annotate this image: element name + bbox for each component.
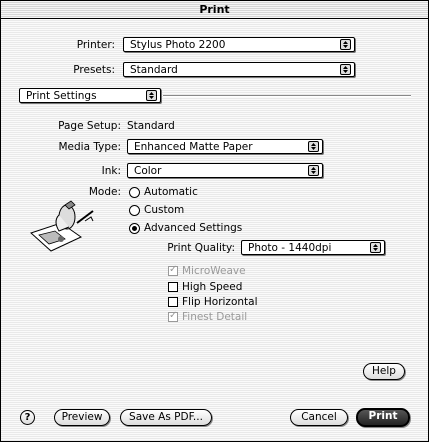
- popup-arrows-icon: [340, 64, 351, 75]
- media-type-popup[interactable]: Enhanced Matte Paper: [127, 139, 323, 154]
- finest-detail-checkbox[interactable]: ✓: [168, 310, 178, 322]
- title-bar[interactable]: Print: [1, 1, 428, 19]
- ink-popup[interactable]: Color: [127, 163, 323, 178]
- question-help-button[interactable]: ?: [20, 410, 35, 425]
- page-setup-value: Standard: [127, 120, 175, 132]
- popup-arrows-icon: [308, 141, 319, 152]
- printer-value: Stylus Photo 2200: [130, 39, 226, 51]
- ink-label: Ink:: [101, 165, 121, 177]
- save-as-pdf-button[interactable]: Save As PDF...: [120, 409, 212, 426]
- media-type-label: Media Type:: [58, 141, 121, 153]
- presets-popup[interactable]: Standard: [123, 62, 355, 77]
- media-type-value: Enhanced Matte Paper: [134, 141, 253, 153]
- mode-advanced-radio[interactable]: [129, 223, 140, 234]
- mode-custom-label[interactable]: Custom: [144, 204, 184, 216]
- high-speed-checkbox[interactable]: [168, 282, 178, 292]
- print-quality-label: Print Quality:: [167, 242, 235, 254]
- printer-label: Printer:: [76, 39, 115, 51]
- presets-label: Presets:: [73, 64, 115, 76]
- mode-advanced-label[interactable]: Advanced Settings: [144, 222, 242, 234]
- mode-custom-radio[interactable]: [129, 205, 140, 216]
- page-setup-label: Page Setup:: [58, 120, 121, 132]
- popup-arrows-icon: [308, 165, 319, 176]
- presets-value: Standard: [130, 64, 178, 76]
- mode-automatic-radio[interactable]: [129, 187, 140, 198]
- flip-horizontal-checkbox[interactable]: [168, 297, 178, 307]
- print-dialog: Print Printer: Stylus Photo 2200 Presets…: [0, 0, 429, 442]
- finest-detail-label: Finest Detail: [182, 311, 248, 323]
- print-quality-value: Photo - 1440dpi: [248, 242, 332, 254]
- microweave-label: MicroWeave: [182, 265, 246, 277]
- cancel-button[interactable]: Cancel: [290, 409, 348, 426]
- help-button[interactable]: Help: [363, 363, 405, 380]
- panel-value: Print Settings: [26, 90, 97, 102]
- hand-with-pen-icon: [25, 197, 101, 255]
- popup-arrows-icon: [146, 90, 157, 101]
- popup-arrows-icon: [340, 39, 351, 50]
- print-button[interactable]: Print: [356, 408, 410, 427]
- window-title: Print: [199, 3, 230, 16]
- panel-popup[interactable]: Print Settings: [19, 88, 161, 103]
- dialog-body: Printer: Stylus Photo 2200 Presets: Stan…: [1, 19, 428, 441]
- high-speed-label[interactable]: High Speed: [182, 281, 242, 293]
- print-quality-popup[interactable]: Photo - 1440dpi: [241, 240, 385, 255]
- preview-button[interactable]: Preview: [54, 409, 110, 426]
- panel-separator: [163, 95, 411, 97]
- mode-automatic-label[interactable]: Automatic: [144, 186, 198, 198]
- popup-arrows-icon: [370, 242, 381, 253]
- microweave-checkbox[interactable]: ✓: [168, 264, 178, 276]
- ink-value: Color: [134, 165, 162, 177]
- flip-horizontal-label[interactable]: Flip Horizontal: [182, 296, 258, 308]
- printer-popup[interactable]: Stylus Photo 2200: [123, 37, 355, 52]
